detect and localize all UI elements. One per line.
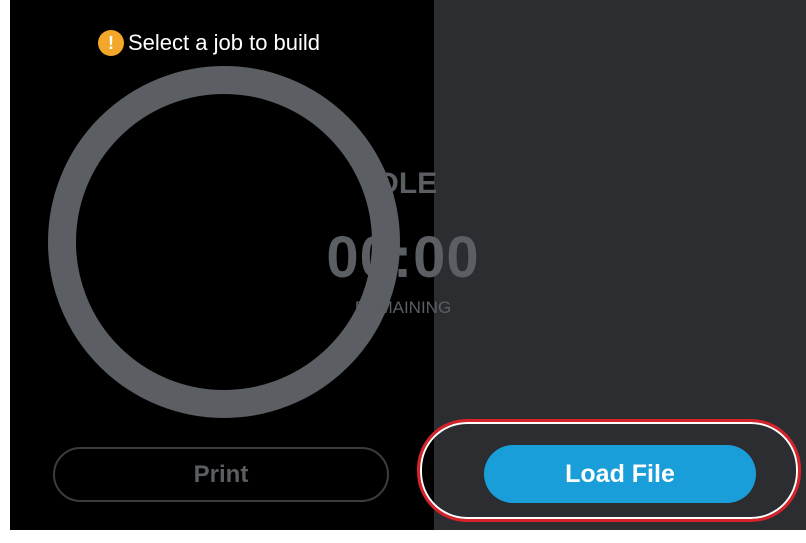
status-message: ! Select a job to build (98, 28, 320, 58)
print-button-label: Print (193, 460, 249, 488)
status-message-text: Select a job to build (128, 30, 321, 55)
time-remaining-caption: REMAINING (354, 298, 452, 317)
warning-icon: ! (98, 30, 124, 56)
load-file-button-label: Load File (565, 459, 675, 488)
screen-frame: ! Select a job to build IDLE 00:00 REMAI… (0, 0, 806, 543)
printer-state-label: IDLE (368, 167, 438, 200)
time-remaining-value: 00:00 (326, 225, 480, 290)
load-file-button[interactable]: Load File (484, 445, 756, 503)
print-button[interactable]: Print (53, 447, 389, 502)
